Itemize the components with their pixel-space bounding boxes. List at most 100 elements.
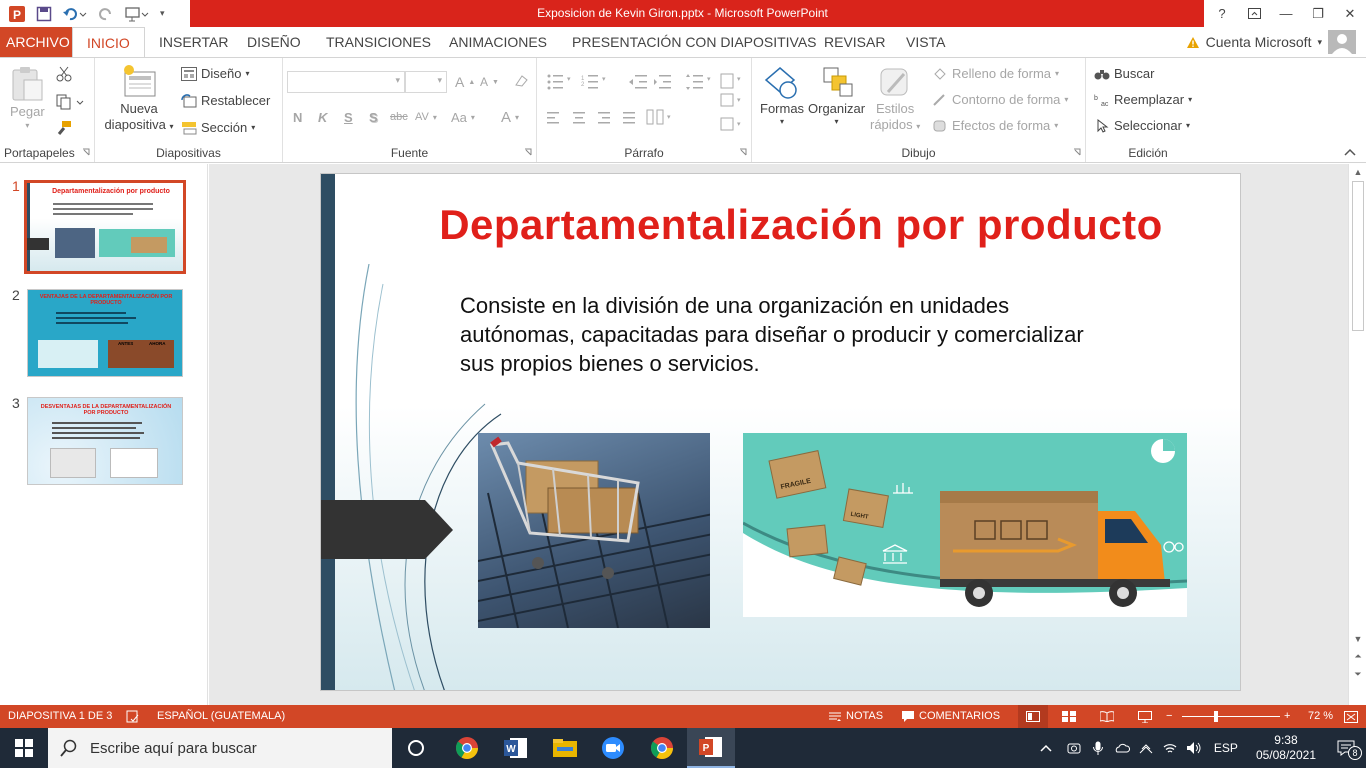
file-explorer-icon[interactable] (541, 728, 589, 768)
chevron-up-icon[interactable] (1040, 744, 1062, 752)
font-size-combo[interactable]: ▾ (405, 71, 447, 93)
start-from-beginning-icon[interactable] (124, 6, 150, 22)
volume-icon[interactable] (1182, 741, 1206, 755)
task-view-icon[interactable] (392, 728, 440, 768)
spelling-icon[interactable] (126, 705, 140, 728)
notifications-button[interactable]: 8 (1326, 740, 1366, 760)
delivery-truck-image[interactable]: FRAGILE LIGHT (743, 433, 1187, 617)
format-painter-icon[interactable] (56, 120, 72, 136)
clock[interactable]: 9:38 05/08/2021 (1246, 733, 1326, 763)
zoom-level[interactable]: 72 % (1308, 705, 1333, 728)
dialog-launcher-icon[interactable] (739, 148, 747, 156)
slide-title[interactable]: Departamentalización por producto (421, 201, 1181, 249)
reset-button[interactable]: Restablecer (181, 93, 270, 108)
shapes-button[interactable]: Formas ▾ (760, 66, 804, 126)
comments-button[interactable]: COMENTARIOS (902, 705, 1000, 728)
find-button[interactable]: Buscar (1094, 66, 1154, 81)
tab-vista[interactable]: VISTA (906, 27, 945, 57)
ribbon-display-button[interactable] (1238, 0, 1270, 27)
scroll-down-icon[interactable]: ▼ (1349, 634, 1366, 644)
tab-revisar[interactable]: REVISAR (824, 27, 885, 57)
arrow-shape[interactable] (321, 500, 455, 560)
italic-button[interactable]: K (318, 110, 327, 125)
arrange-button[interactable]: Organizar ▾ (808, 66, 865, 126)
shadow-button[interactable]: S (369, 110, 378, 125)
tab-insertar[interactable]: INSERTAR (159, 27, 229, 57)
cut-icon[interactable] (56, 66, 72, 82)
save-icon[interactable] (36, 6, 52, 22)
layout-button[interactable]: Diseño ▾ (181, 66, 249, 81)
slide-canvas[interactable]: Departamentalización por producto Consis… (320, 173, 1241, 691)
network-icon[interactable] (1134, 741, 1158, 755)
tab-archivo[interactable]: ARCHIVO (0, 27, 76, 57)
shopping-cart-image[interactable] (478, 433, 710, 628)
change-case-button[interactable]: Aa ▾ (451, 110, 475, 125)
scroll-thumb[interactable] (1352, 181, 1364, 331)
reading-view-icon[interactable] (1100, 705, 1114, 728)
select-button[interactable]: Seleccionar ▾ (1094, 118, 1190, 133)
restore-button[interactable]: ❐ (1302, 0, 1334, 27)
onedrive-icon[interactable] (1110, 742, 1134, 754)
shape-outline-button[interactable]: Contorno de forma ▾ (932, 92, 1068, 107)
tab-presentacion[interactable]: PRESENTACIÓN CON DIAPOSITIVAS (572, 27, 817, 57)
vertical-scrollbar[interactable]: ▲ ▼ ⏶ ⏷ (1348, 164, 1366, 705)
slide-thumbnail-3[interactable]: DESVENTAJAS DE LA DEPARTAMENTALIZACIÓN P… (27, 397, 183, 485)
redo-icon[interactable] (98, 6, 114, 22)
slide-sorter-icon[interactable] (1062, 705, 1076, 728)
grow-font-icon[interactable]: A ▲ (455, 74, 475, 90)
bold-button[interactable]: N (293, 110, 302, 125)
paragraph-icons[interactable]: ▾ 12 ▾ ▾ ▾ ▾ ▾ ▾ (545, 72, 745, 142)
shape-effects-button[interactable]: Efectos de forma ▾ (932, 118, 1058, 133)
normal-view-icon[interactable] (1018, 705, 1048, 728)
chrome-icon[interactable] (638, 728, 686, 768)
wifi-icon[interactable] (1158, 741, 1182, 755)
zoom-in-button[interactable]: + (1284, 705, 1290, 728)
zoom-slider[interactable] (1182, 705, 1280, 728)
font-color-button[interactable]: A ▾ (501, 109, 519, 126)
microphone-icon[interactable] (1086, 741, 1110, 755)
section-button[interactable]: Sección ▾ (181, 120, 255, 135)
paste-button[interactable]: Pegar ▾ (10, 66, 45, 130)
dialog-launcher-icon[interactable] (1073, 148, 1081, 156)
new-slide-button[interactable]: Nueva diapositiva ▾ (101, 64, 177, 132)
notes-button[interactable]: NOTAS (829, 705, 883, 728)
strikethrough-button[interactable]: abc (390, 111, 408, 123)
undo-icon[interactable] (62, 6, 88, 22)
fit-slide-icon[interactable] (1344, 705, 1358, 728)
zoom-out-button[interactable]: − (1166, 705, 1172, 728)
input-language[interactable]: ESP (1206, 741, 1246, 755)
start-button[interactable] (0, 728, 48, 768)
slideshow-icon[interactable] (1138, 705, 1152, 728)
clear-format-icon[interactable] (513, 73, 529, 89)
dialog-launcher-icon[interactable] (524, 148, 532, 156)
char-spacing-button[interactable]: AV ▾ (415, 111, 437, 123)
tab-transiciones[interactable]: TRANSICIONES (326, 27, 431, 57)
tab-animaciones[interactable]: ANIMACIONES (449, 27, 547, 57)
dialog-launcher-icon[interactable] (82, 148, 90, 156)
quick-styles-button[interactable]: Estilos rápidos ▾ (870, 66, 920, 132)
shape-fill-button[interactable]: Relleno de forma ▾ (932, 66, 1059, 81)
zoom-slider-thumb[interactable] (1214, 711, 1219, 722)
zoom-app-icon[interactable] (589, 728, 637, 768)
replace-button[interactable]: b ac Reemplazar ▾ (1094, 92, 1192, 107)
next-slide-icon[interactable]: ⏷ (1349, 669, 1366, 680)
minimize-button[interactable]: — (1270, 0, 1302, 27)
copy-icon[interactable] (56, 94, 84, 110)
slide-body-text[interactable]: Consiste en la división de una organizac… (460, 291, 1100, 378)
word-icon[interactable]: W (492, 728, 540, 768)
collapse-ribbon-icon[interactable] (1344, 148, 1356, 156)
slide-thumbnail-1[interactable]: Departamentalización por producto (24, 180, 186, 274)
avatar[interactable] (1328, 30, 1356, 54)
camera-icon[interactable] (1062, 741, 1086, 755)
underline-button[interactable]: S (344, 110, 353, 125)
powerpoint-taskbar-icon[interactable]: P (687, 728, 735, 768)
customize-qat-icon[interactable]: ▾ (160, 8, 165, 19)
taskbar-search[interactable]: Escribe aquí para buscar (48, 728, 392, 768)
chrome-icon[interactable] (443, 728, 491, 768)
account-menu[interactable]: Cuenta Microsoft ▾ (1186, 27, 1356, 57)
language-indicator[interactable]: ESPAÑOL (GUATEMALA) (157, 705, 285, 728)
tab-inicio[interactable]: INICIO (72, 27, 145, 58)
help-button[interactable]: ? (1206, 0, 1238, 27)
shrink-font-icon[interactable]: A ▼ (480, 75, 499, 89)
close-button[interactable]: ✕ (1334, 0, 1366, 27)
